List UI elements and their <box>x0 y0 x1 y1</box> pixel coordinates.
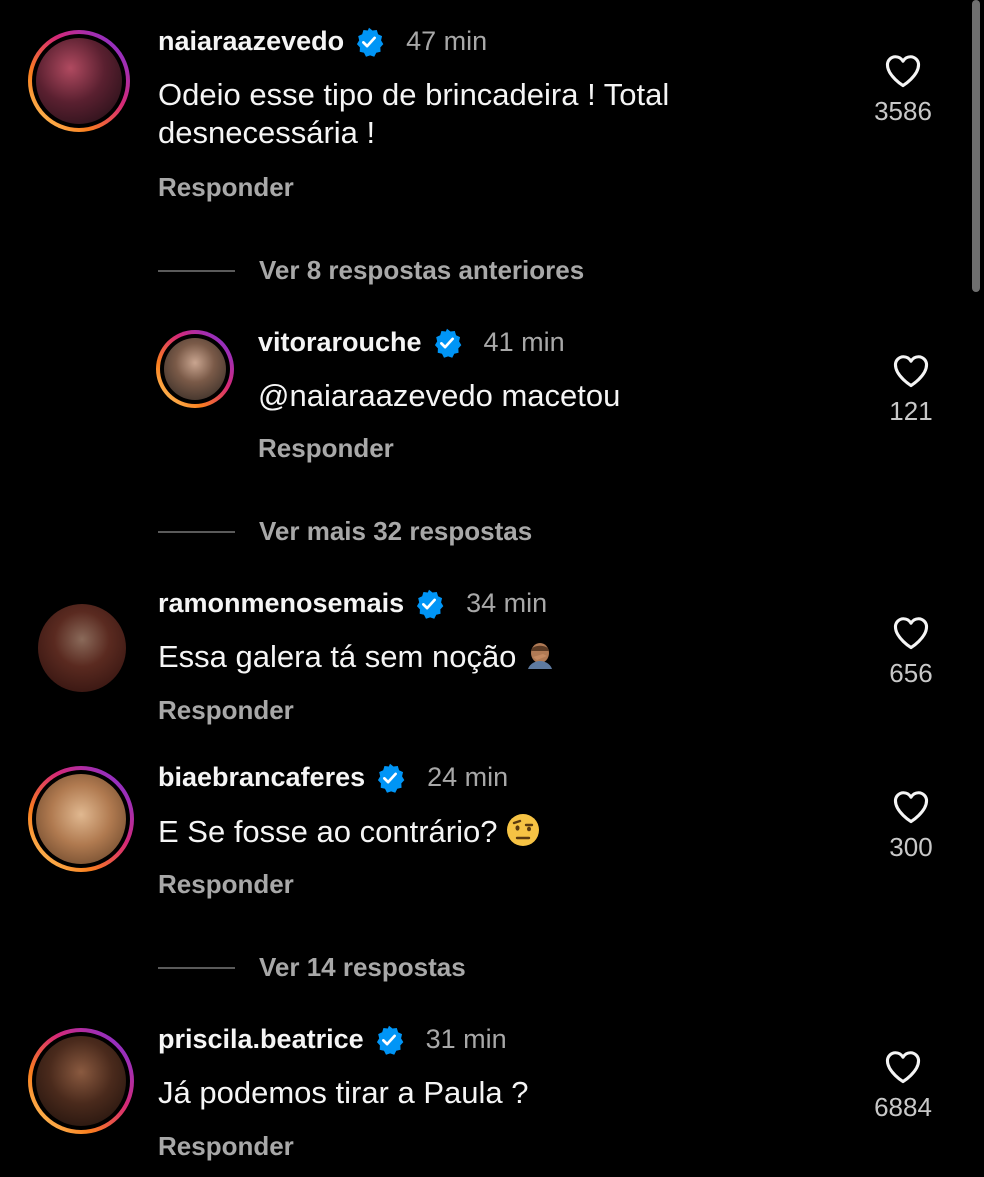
raised-eyebrow-emoji-icon <box>507 814 540 846</box>
avatar[interactable] <box>28 1028 134 1134</box>
verified-badge-icon <box>434 328 461 358</box>
like-control: 300 <box>866 788 956 863</box>
like-count: 656 <box>889 658 933 688</box>
view-replies-label: Ver 14 respostas <box>259 952 466 982</box>
verified-badge-icon <box>417 589 444 619</box>
username[interactable]: vitorarouche <box>258 327 422 358</box>
comment-text: Odeio esse tipo de brincadeira ! Total d… <box>158 76 669 152</box>
view-replies-button[interactable]: Ver 14 respostas <box>158 952 466 983</box>
timestamp: 34 min <box>466 588 548 618</box>
reply-button[interactable]: Responder <box>258 433 394 464</box>
like-count: 121 <box>889 396 933 426</box>
verified-badge-icon <box>378 763 405 793</box>
heart-icon[interactable] <box>891 614 931 650</box>
username[interactable]: ramonmenosemais <box>158 588 404 619</box>
comment-text-line: Odeio esse tipo de brincadeira ! Total <box>158 77 670 112</box>
avatar[interactable] <box>156 330 234 408</box>
like-count: 6884 <box>874 1092 932 1122</box>
username[interactable]: biaebrancaferes <box>158 762 365 793</box>
reply-button[interactable]: Responder <box>158 1131 294 1162</box>
verified-badge-icon <box>357 27 384 57</box>
avatar[interactable] <box>38 604 126 692</box>
verified-badge-icon <box>376 1025 403 1055</box>
timestamp: 41 min <box>483 327 565 357</box>
view-replies-label: Ver mais 32 respostas <box>259 516 533 546</box>
like-count: 300 <box>889 832 933 862</box>
thread-divider <box>158 966 235 969</box>
thread-divider <box>158 530 235 533</box>
reply-button[interactable]: Responder <box>158 695 294 726</box>
comment-text-content: E Se fosse ao contrário? <box>158 814 498 849</box>
reply-button[interactable]: Responder <box>158 172 294 203</box>
view-replies-button[interactable]: Ver mais 32 respostas <box>158 516 532 547</box>
avatar[interactable] <box>28 30 130 132</box>
like-count: 3586 <box>874 96 932 126</box>
scrollbar-thumb[interactable] <box>972 0 980 292</box>
scrollbar[interactable] <box>970 0 984 1177</box>
heart-icon[interactable] <box>883 52 923 88</box>
username[interactable]: naiaraazevedo <box>158 26 344 57</box>
comment-text-content: Essa galera tá sem noção <box>158 639 517 674</box>
thread-divider <box>158 269 235 272</box>
view-replies-button[interactable]: Ver 8 respostas anteriores <box>158 255 584 286</box>
comment-text: @naiaraazevedo macetou <box>258 378 621 413</box>
comment-text: Já podemos tirar a Paula ? <box>158 1075 529 1110</box>
heart-icon[interactable] <box>891 352 931 388</box>
username[interactable]: priscila.beatrice <box>158 1024 364 1055</box>
heart-icon[interactable] <box>883 1048 923 1084</box>
like-control: 3586 <box>858 52 948 127</box>
like-control: 656 <box>866 614 956 689</box>
comment-text: E Se fosse ao contrário? <box>158 812 541 851</box>
facepalm-emoji-icon <box>528 643 553 669</box>
reply-button[interactable]: Responder <box>158 869 294 900</box>
comment-text: Essa galera tá sem noção <box>158 638 556 676</box>
like-control: 121 <box>866 352 956 427</box>
avatar[interactable] <box>28 766 134 872</box>
timestamp: 31 min <box>425 1024 507 1054</box>
timestamp: 47 min <box>406 26 488 56</box>
comment-text-line: desnecessária ! <box>158 115 376 150</box>
heart-icon[interactable] <box>891 788 931 824</box>
view-replies-label: Ver 8 respostas anteriores <box>259 255 585 285</box>
like-control: 6884 <box>858 1048 948 1123</box>
timestamp: 24 min <box>427 762 509 792</box>
